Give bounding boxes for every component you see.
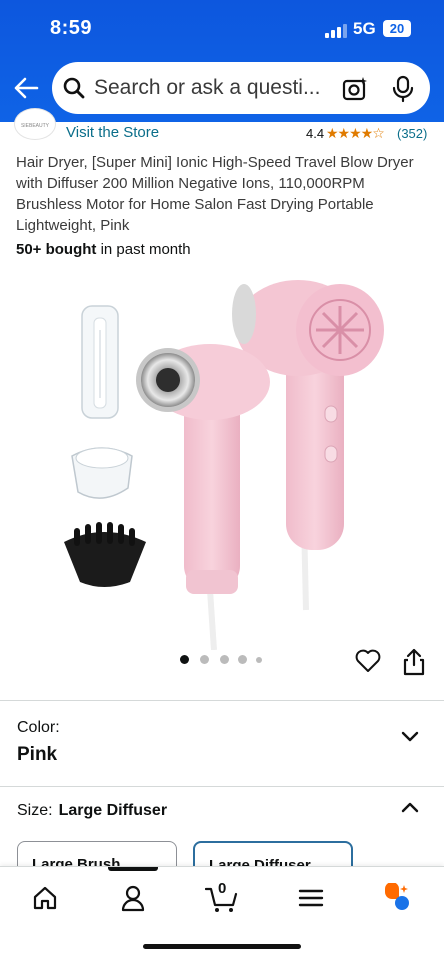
size-label: Size: xyxy=(17,802,53,819)
nozzle-attachment xyxy=(81,305,119,419)
store-row: SIEBEAUTY Visit the Store 4.4 ★★★★☆ (352… xyxy=(0,108,444,144)
color-label: Color: xyxy=(17,719,60,736)
color-value[interactable]: Pink xyxy=(17,744,57,766)
menu-icon[interactable] xyxy=(296,883,326,913)
search-bar[interactable]: Search or ask a questi... xyxy=(52,62,430,114)
home-icon[interactable] xyxy=(30,883,60,913)
rating-value: 4.4 xyxy=(306,126,325,141)
app-header: 8:59 5G 20 Search or ask a questi... xyxy=(0,0,444,122)
size-selector-header[interactable]: Size: Large Diffuser xyxy=(17,802,167,820)
chevron-up-icon[interactable] xyxy=(400,800,420,814)
rufus-assistant-icon[interactable] xyxy=(382,883,412,913)
camera-search-icon[interactable] xyxy=(342,76,368,102)
search-input[interactable]: Search or ask a questi... xyxy=(94,76,332,100)
divider xyxy=(0,700,444,701)
brand-logo[interactable]: SIEBEAUTY xyxy=(14,108,56,140)
nav-active-indicator xyxy=(108,867,158,871)
product-title: Hair Dryer, [Super Mini] Ionic High-Spee… xyxy=(16,154,414,234)
rating-stars-icon[interactable]: ★★★★☆ xyxy=(326,125,385,142)
battery-icon: 20 xyxy=(383,20,411,37)
diffuser-attachment xyxy=(64,522,146,587)
bought-period: in past month xyxy=(96,241,191,258)
bought-count: 50+ bought xyxy=(16,241,97,258)
size-value: Large Diffuser xyxy=(58,802,168,819)
signal-icon xyxy=(325,24,347,38)
carousel-dot[interactable] xyxy=(238,655,247,664)
bought-badge: 50+ bought in past month xyxy=(16,241,191,258)
search-icon xyxy=(63,77,85,99)
concentrator-attachment xyxy=(71,447,133,499)
cart-count-badge: 0 xyxy=(218,880,227,897)
visit-store-link[interactable]: Visit the Store xyxy=(66,124,159,141)
back-arrow-icon[interactable] xyxy=(12,74,40,102)
carousel-dot[interactable] xyxy=(200,655,209,664)
rating-count-link[interactable]: (352) xyxy=(397,126,427,141)
chevron-down-icon[interactable] xyxy=(400,730,420,744)
carousel-dot[interactable] xyxy=(220,655,229,664)
product-image[interactable] xyxy=(0,270,444,650)
network-label: 5G xyxy=(353,19,376,38)
carousel-dot[interactable] xyxy=(180,655,189,664)
home-indicator xyxy=(143,944,301,949)
status-bar: 8:59 5G 20 xyxy=(0,0,444,56)
heart-icon[interactable] xyxy=(355,648,381,674)
carousel-dot[interactable] xyxy=(256,657,262,663)
share-icon[interactable] xyxy=(402,648,426,676)
hair-dryer-front xyxy=(136,344,270,650)
hair-dryer-back xyxy=(232,280,384,611)
account-icon[interactable] xyxy=(118,883,148,913)
status-time: 8:59 xyxy=(50,17,93,39)
divider xyxy=(0,786,444,787)
microphone-icon[interactable] xyxy=(392,75,414,103)
